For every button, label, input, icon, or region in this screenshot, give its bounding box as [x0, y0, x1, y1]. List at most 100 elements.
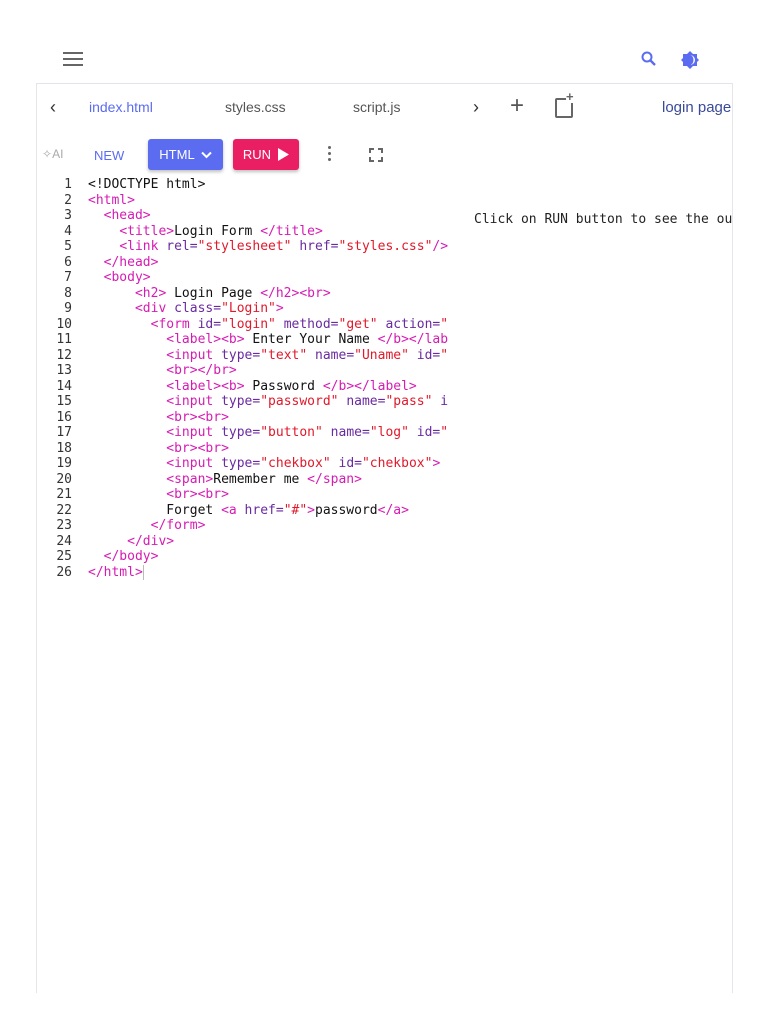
ai-button[interactable]: ✧AI — [42, 147, 63, 161]
tab-styles-css[interactable]: styles.css — [225, 99, 286, 115]
code-token: </b></label> — [322, 378, 417, 394]
code-token: Enter Your Name — [244, 332, 378, 347]
code-line: 1 <!DOCTYPE html> — [40, 177, 451, 193]
code-token: <br><br> — [166, 409, 229, 425]
code-token: </form> — [150, 518, 206, 533]
code-line: 17 <input type= "button" name= "log" id= " — [40, 425, 451, 441]
line-number: 19 — [56, 456, 72, 471]
code-token: </b></lab — [377, 332, 449, 347]
tab-index-html[interactable]: index.html — [89, 99, 153, 115]
code-line: 7 <body> — [40, 270, 451, 286]
run-button[interactable]: RUN — [233, 139, 299, 170]
code-token: action= — [377, 316, 441, 332]
code-line: 6 </head> — [40, 255, 451, 271]
code-line: 4 <title> Login Form </title> — [40, 224, 451, 240]
code-line: 12 <input type= "text" name= "Uname" id= " — [40, 348, 451, 364]
more-options-icon[interactable] — [328, 146, 332, 164]
line-number: 22 — [56, 502, 72, 518]
code-token: "Uname" — [354, 347, 409, 363]
code-token: rel= — [166, 239, 198, 254]
code-token: "password" — [260, 394, 339, 409]
code-token: type= — [221, 347, 261, 363]
line-number: 14 — [56, 378, 72, 394]
line-number: 16 — [56, 409, 72, 425]
code-line: 14 <label><b> Password </b></label> — [40, 379, 451, 395]
code-token: id= — [197, 316, 222, 332]
code-line: 11 <label><b> Enter Your Name </b></lab — [40, 332, 451, 348]
code-token: <input — [166, 394, 222, 409]
line-number: 12 — [56, 347, 72, 363]
search-icon[interactable] — [640, 50, 658, 68]
code-token: </h2><br> — [260, 285, 331, 301]
code-token: </body> — [103, 549, 159, 564]
code-token: > — [432, 456, 441, 471]
code-line: 5 <link rel= "stylesheet" href= "styles.cs… — [40, 239, 451, 255]
brightness-icon[interactable] — [680, 50, 700, 70]
add-file-icon[interactable]: + — [510, 92, 524, 120]
code-token: <label><b> — [166, 378, 245, 394]
code-token: /> — [432, 239, 449, 254]
tabs-next-icon[interactable]: › — [473, 97, 479, 118]
code-token: "button" — [260, 425, 323, 440]
line-number: 4 — [64, 223, 72, 239]
line-number: 7 — [64, 270, 72, 285]
code-token: "log" — [369, 425, 409, 440]
code-token: Login Page — [166, 285, 261, 301]
code-token: " — [440, 425, 449, 440]
code-token: </html> — [88, 564, 143, 580]
code-token: "styles.css" — [338, 239, 433, 254]
hamburger-menu-icon[interactable] — [63, 52, 83, 68]
code-token: <h2> — [134, 285, 167, 301]
code-token: </div> — [127, 533, 175, 549]
play-icon — [278, 148, 290, 161]
code-token: "#" — [283, 502, 308, 518]
code-token: id= — [408, 347, 441, 363]
output-message: Click on RUN button to see the output — [474, 212, 733, 227]
code-token: <link — [119, 239, 167, 254]
code-token: i — [432, 394, 449, 409]
code-line: 24 </div> — [40, 534, 451, 550]
code-token: > — [307, 502, 315, 518]
code-line: 26 </html> — [40, 564, 451, 581]
line-number: 21 — [56, 487, 72, 502]
code-line: 16 <br><br> — [40, 410, 451, 426]
code-editor[interactable]: 1 <!DOCTYPE html> 2 <html> 3 <head> 4 <title>… — [40, 177, 451, 597]
code-token: </title> — [260, 223, 323, 239]
code-line: 2 <html> — [40, 193, 451, 209]
line-number: 24 — [56, 533, 72, 549]
line-number: 17 — [56, 425, 72, 440]
tabs-prev-icon[interactable]: ‹ — [50, 97, 56, 118]
code-token: <body> — [103, 270, 151, 285]
code-line: 25 </body> — [40, 549, 451, 565]
code-line: 20 <span> Remember me </span> — [40, 472, 451, 488]
tab-script-js[interactable]: script.js — [353, 99, 400, 115]
language-select-button[interactable]: HTML — [148, 139, 223, 170]
code-token: "stylesheet" — [197, 239, 292, 254]
chevron-down-icon — [200, 151, 212, 158]
project-name[interactable]: login page — [662, 99, 731, 116]
code-token: <label><b> — [166, 332, 245, 347]
code-token: "chekbox" — [260, 456, 331, 471]
code-token: <span> — [166, 471, 214, 487]
fullscreen-icon[interactable] — [369, 148, 383, 162]
line-number: 15 — [56, 394, 72, 409]
new-button[interactable]: NEW — [94, 148, 124, 163]
code-token: <br><br> — [166, 440, 229, 456]
code-token: "chekbox" — [361, 456, 433, 471]
code-token: </a> — [377, 502, 409, 518]
code-token: type= — [221, 456, 261, 471]
code-token: " — [440, 316, 449, 332]
code-token: Remember me — [213, 471, 308, 487]
